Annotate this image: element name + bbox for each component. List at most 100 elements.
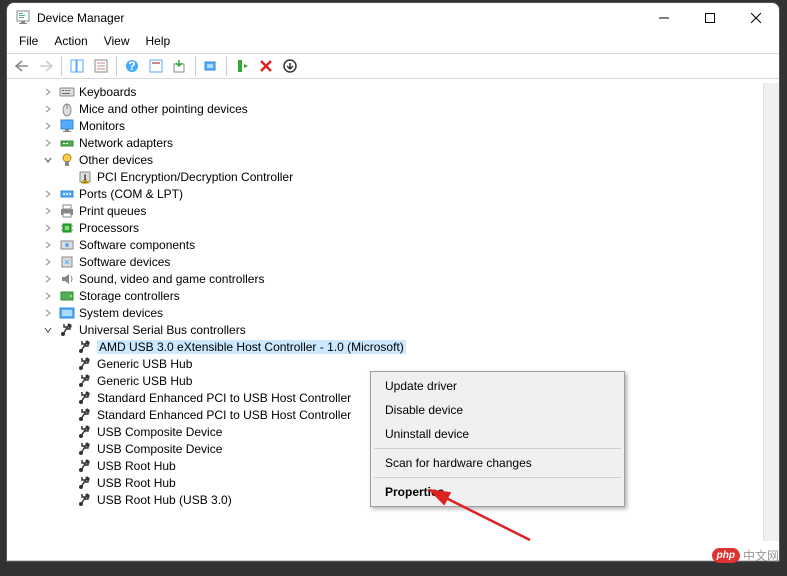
chevron-right-icon[interactable] [41,221,55,235]
scan-button[interactable] [200,55,222,77]
close-button[interactable] [733,3,779,33]
context-menu-item[interactable]: Disable device [373,398,622,422]
swcomp-icon [59,237,75,253]
watermark-badge: php [712,548,740,563]
expander-spacer [59,442,73,456]
tree-item[interactable]: Monitors [7,117,779,134]
tree-item[interactable]: Sound, video and game controllers [7,270,779,287]
tree-item[interactable]: Network adapters [7,134,779,151]
chevron-right-icon[interactable] [41,119,55,133]
tree-item[interactable]: AMD USB 3.0 eXtensible Host Controller -… [7,338,779,355]
warn-icon [77,169,93,185]
chevron-right-icon[interactable] [41,272,55,286]
expander-spacer [59,476,73,490]
show-hide-tree-button[interactable] [66,55,88,77]
tree-item-label: Mice and other pointing devices [79,102,248,116]
chevron-down-icon[interactable] [41,153,55,167]
tree-item-label: AMD USB 3.0 eXtensible Host Controller -… [97,340,406,354]
toolbar-separator [226,56,227,76]
usb-icon [77,424,93,440]
toolbar-separator [61,56,62,76]
expander-spacer [59,170,73,184]
tree-item-label: Sound, video and game controllers [79,272,264,286]
menu-action[interactable]: Action [46,33,95,53]
menu-help[interactable]: Help [138,33,179,53]
tree-item-label: Generic USB Hub [97,374,192,388]
help-button[interactable]: ? [121,55,143,77]
window-controls [641,3,779,33]
usb-icon [77,475,93,491]
expander-spacer [59,391,73,405]
context-menu-item[interactable]: Uninstall device [373,422,622,446]
watermark: php 中文网 [712,547,779,564]
back-button[interactable] [11,55,33,77]
chevron-right-icon[interactable] [41,289,55,303]
tree-item[interactable]: Storage controllers [7,287,779,304]
enable-button[interactable] [231,55,253,77]
tree-item-label: Software components [79,238,195,252]
tree-item[interactable]: Software components [7,236,779,253]
disable-button[interactable] [279,55,301,77]
chevron-right-icon[interactable] [41,102,55,116]
expander-spacer [59,493,73,507]
tree-item[interactable]: Print queues [7,202,779,219]
tree-item-label: Network adapters [79,136,173,150]
update-driver-button[interactable] [169,55,191,77]
tree-item[interactable]: PCI Encryption/Decryption Controller [7,168,779,185]
chevron-right-icon[interactable] [41,136,55,150]
expander-spacer [59,408,73,422]
tree-item[interactable]: System devices [7,304,779,321]
context-menu-item[interactable]: Update driver [373,374,622,398]
tree-item-label: USB Composite Device [97,442,222,456]
context-menu-item[interactable]: Scan for hardware changes [373,451,622,475]
usb-icon [77,458,93,474]
chevron-right-icon[interactable] [41,255,55,269]
tree-item-label: USB Root Hub [97,459,176,473]
tree-item-label: Storage controllers [79,289,180,303]
tree-item[interactable]: Generic USB Hub [7,355,779,372]
minimize-button[interactable] [641,3,687,33]
menubar: File Action View Help [7,33,779,53]
titlebar: Device Manager [7,3,779,33]
menu-view[interactable]: View [96,33,138,53]
context-menu-item[interactable]: Properties [373,480,622,504]
mouse-icon [59,101,75,117]
tree-item-label: Universal Serial Bus controllers [79,323,246,337]
tree-item[interactable]: Processors [7,219,779,236]
other-icon [59,152,75,168]
forward-button[interactable] [35,55,57,77]
properties-button[interactable] [90,55,112,77]
toolbar-separator [116,56,117,76]
tree-item-label: Processors [79,221,139,235]
chevron-down-icon[interactable] [41,323,55,337]
svg-text:?: ? [128,59,135,73]
usb-icon [77,492,93,508]
chevron-right-icon[interactable] [41,238,55,252]
maximize-button[interactable] [687,3,733,33]
tree-item[interactable]: Software devices [7,253,779,270]
expander-spacer [59,340,73,354]
chevron-right-icon[interactable] [41,85,55,99]
chevron-right-icon[interactable] [41,187,55,201]
tree-item-label: Standard Enhanced PCI to USB Host Contro… [97,408,351,422]
tree-item[interactable]: Keyboards [7,83,779,100]
tree-item-label: System devices [79,306,163,320]
context-menu-separator [374,448,621,449]
storage-icon [59,288,75,304]
scrollbar-track[interactable] [763,83,779,541]
tree-item[interactable]: Ports (COM & LPT) [7,185,779,202]
tree-item[interactable]: Mice and other pointing devices [7,100,779,117]
tree-item-label: Keyboards [79,85,136,99]
expander-spacer [59,357,73,371]
usb-icon [77,339,93,355]
tree-item-label: Monitors [79,119,125,133]
chevron-right-icon[interactable] [41,306,55,320]
menu-file[interactable]: File [11,33,46,53]
tree-item[interactable]: Universal Serial Bus controllers [7,321,779,338]
uninstall-button[interactable] [255,55,277,77]
chevron-right-icon[interactable] [41,204,55,218]
expander-spacer [59,459,73,473]
action-button[interactable] [145,55,167,77]
tree-item[interactable]: Other devices [7,151,779,168]
swdev-icon [59,254,75,270]
